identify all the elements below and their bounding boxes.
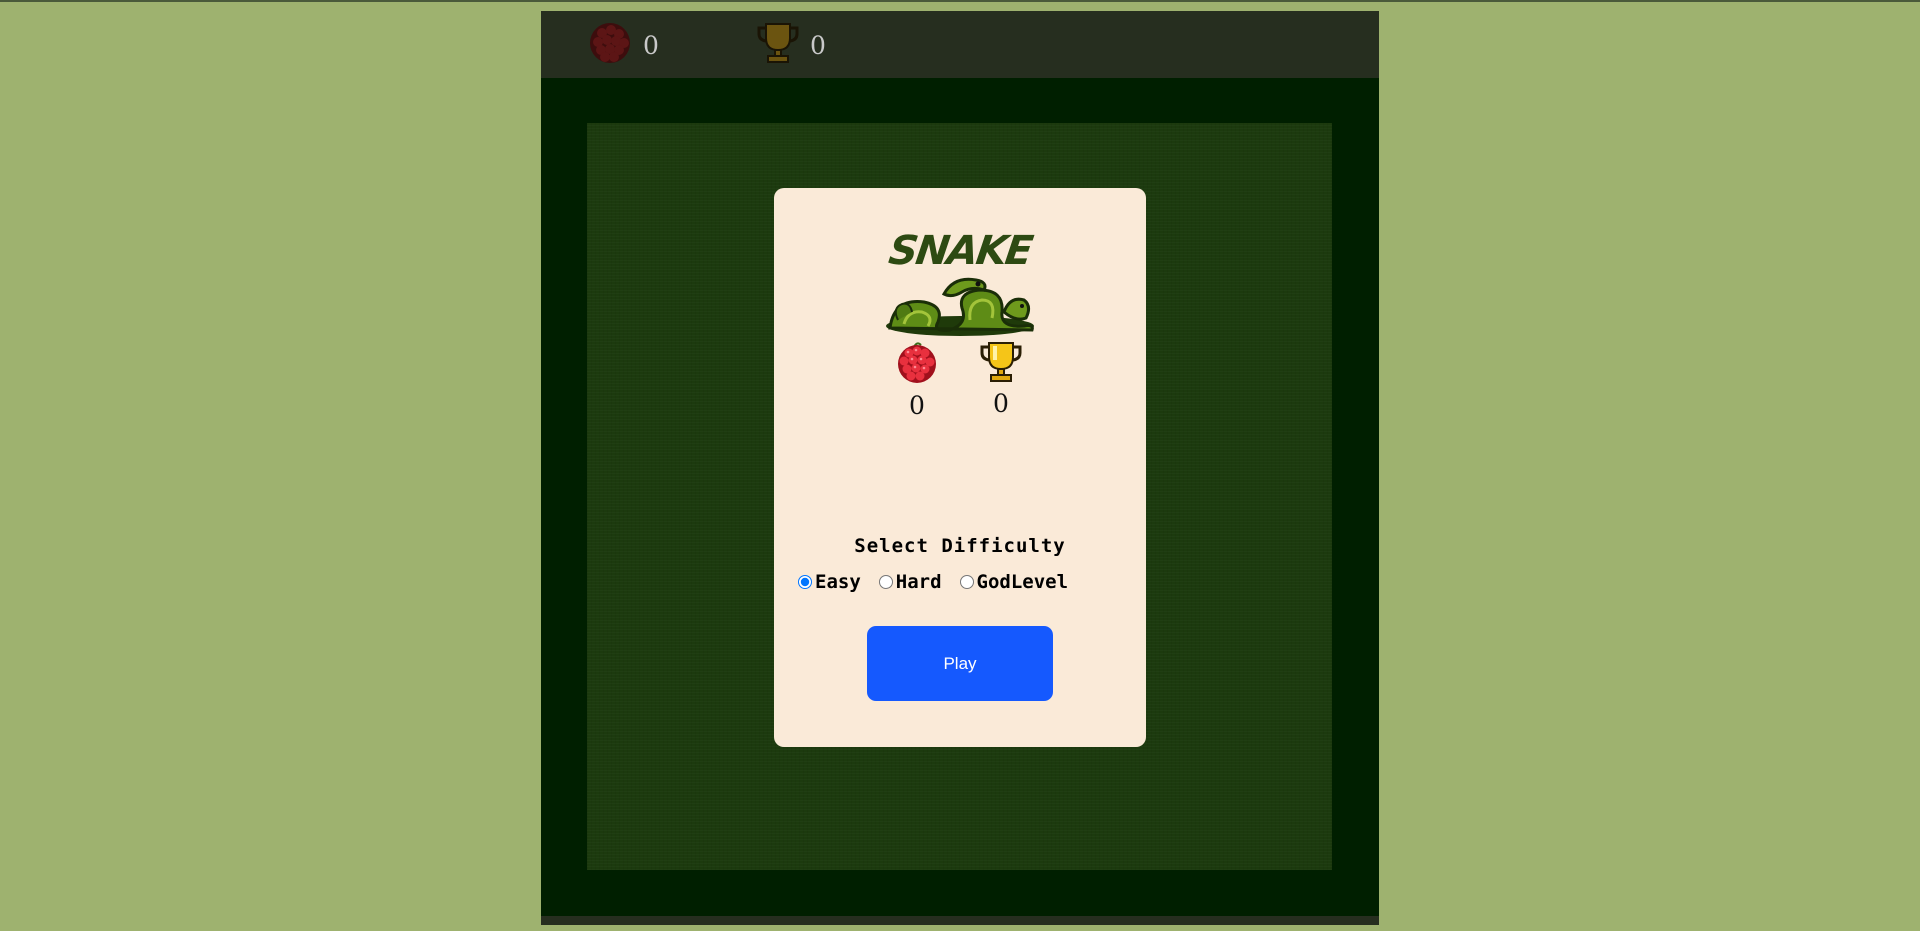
high-score: 0 xyxy=(756,20,826,70)
bottom-strip xyxy=(541,916,1379,925)
current-score: 0 xyxy=(587,20,659,70)
score-value: 0 xyxy=(643,30,659,60)
snake-illustration xyxy=(886,277,1034,336)
score-bar: 0 0 xyxy=(541,11,1379,78)
raspberry-icon xyxy=(894,342,940,389)
highscore-value: 0 xyxy=(810,30,826,60)
difficulty-title: Select Difficulty xyxy=(854,535,1066,557)
difficulty-hard-radio[interactable] xyxy=(878,575,893,589)
difficulty-godlevel-label: GodLevel xyxy=(976,571,1069,593)
logo-text: SNAKE xyxy=(885,228,1035,274)
play-button[interactable]: Play xyxy=(867,626,1053,701)
score-stat: 0 xyxy=(892,341,942,420)
difficulty-hard-option[interactable]: Hard xyxy=(878,571,942,593)
difficulty-hard-label: Hard xyxy=(895,571,942,593)
trophy-icon xyxy=(756,22,800,68)
trophy-icon xyxy=(978,342,1024,387)
stats-panel: 0 0 xyxy=(892,341,1028,420)
difficulty-options: Easy Hard GodLevel xyxy=(798,569,1138,595)
difficulty-easy-option[interactable]: Easy xyxy=(798,571,861,593)
start-menu-dialog: SNAKE 0 0 Select Difficulty Easy Hard Go… xyxy=(774,188,1146,747)
highscore-stat: 0 xyxy=(976,341,1026,418)
snake-logo: SNAKE xyxy=(884,228,1036,336)
window-top-border xyxy=(0,0,1920,2)
difficulty-godlevel-radio[interactable] xyxy=(959,575,974,589)
modal-highscore-value: 0 xyxy=(993,389,1009,418)
difficulty-easy-radio[interactable] xyxy=(798,575,812,589)
difficulty-easy-label: Easy xyxy=(815,571,861,593)
difficulty-godlevel-option[interactable]: GodLevel xyxy=(959,571,1069,593)
raspberry-icon xyxy=(587,20,633,70)
modal-score-value: 0 xyxy=(909,391,925,420)
